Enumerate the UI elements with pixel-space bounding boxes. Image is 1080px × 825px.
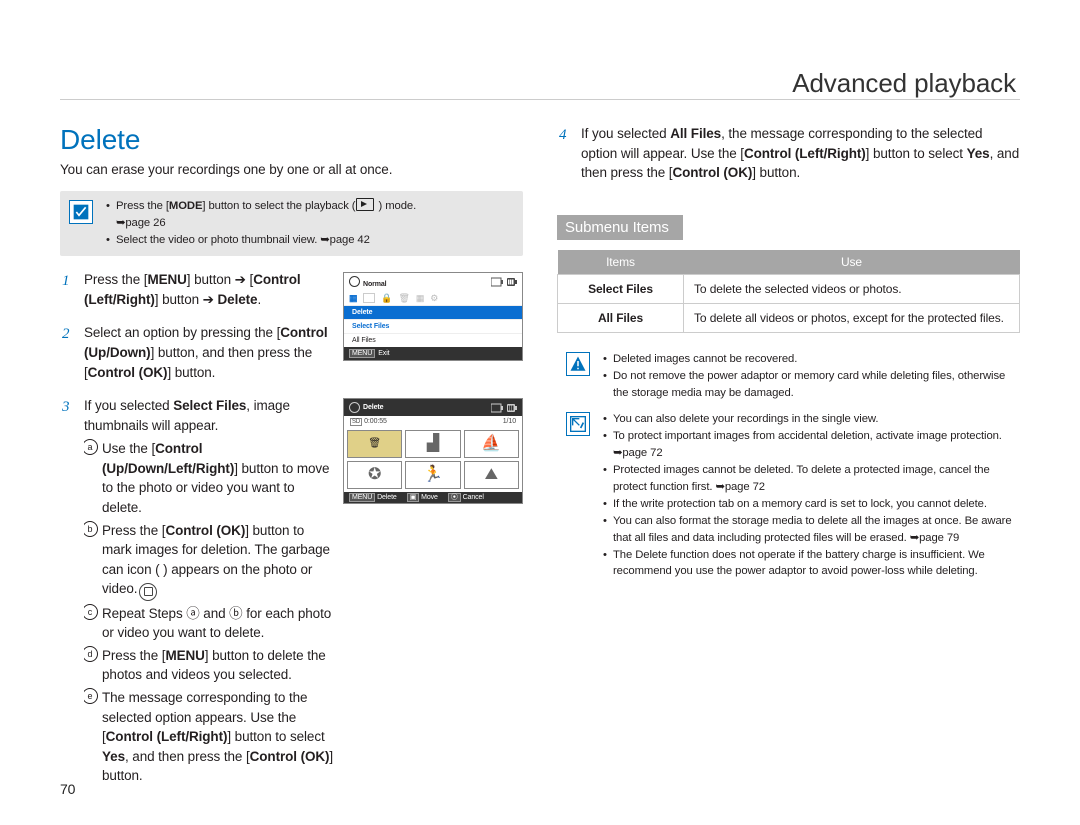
info-6: The Delete function does not operate if … xyxy=(603,547,1020,580)
warning-1: Deleted images cannot be recovered. xyxy=(603,351,1020,367)
playback-mode-icon xyxy=(356,198,374,211)
step-2: Select an option by pressing the [Contro… xyxy=(60,323,523,382)
substep-a: Use the [Control (Up/Down/Left/Right)] b… xyxy=(84,439,335,517)
substep-b: Press the [Control (OK)] button to mark … xyxy=(84,521,335,601)
submenu-table: Items Use Select Files To delete the sel… xyxy=(557,250,1020,333)
table-row: All Files To delete all videos or photos… xyxy=(558,303,1020,332)
substep-e: The message corresponding to the selecte… xyxy=(84,688,335,786)
info-box: You can also delete your recordings in t… xyxy=(557,411,1020,580)
info-4: If the write protection tab on a memory … xyxy=(603,496,1020,512)
battery-icon xyxy=(491,277,517,287)
column-right: If you selected All Files, the message c… xyxy=(557,124,1020,803)
manual-page: Advanced playback Delete You can erase y… xyxy=(0,0,1080,825)
table-header-items: Items xyxy=(558,250,684,275)
warning-icon xyxy=(566,352,590,376)
warning-box: Deleted images cannot be recovered. Do n… xyxy=(557,351,1020,401)
submenu-heading: Submenu Items xyxy=(557,215,683,240)
substep-c: Repeat Steps ⓐ and ⓑ for each photo or v… xyxy=(84,604,335,643)
info-5: You can also format the storage media to… xyxy=(603,513,1020,546)
check-icon xyxy=(69,200,93,224)
warning-2: Do not remove the power adaptor or memor… xyxy=(603,368,1020,401)
lcd-figure-thumbnails: Delete SD0:00:551/10 🗑 ▟ ⛵ ✪ 🏃 ⛰ xyxy=(343,398,523,504)
info-1: You can also delete your recordings in t… xyxy=(603,411,1020,427)
section-intro: You can erase your recordings one by one… xyxy=(60,162,523,177)
instruction-steps-cont: If you selected All Files, the message c… xyxy=(557,124,1020,183)
page-header: Advanced playback xyxy=(60,68,1020,100)
step-1: Normal ▦ 🔒🗑▦⚙ Delete Select Files All Fi… xyxy=(60,270,523,309)
mode-note-2: Select the video or photo thumbnail view… xyxy=(106,232,513,248)
page-number: 70 xyxy=(60,781,75,797)
step-3: Delete SD0:00:551/10 🗑 ▟ ⛵ ✪ 🏃 ⛰ xyxy=(60,396,523,789)
two-column-layout: Delete You can erase your recordings one… xyxy=(60,124,1020,803)
lcd-menu-delete: Delete xyxy=(344,305,522,319)
table-header-use: Use xyxy=(684,250,1020,275)
column-left: Delete You can erase your recordings one… xyxy=(60,124,523,803)
note-icon xyxy=(566,412,590,436)
header-title: Advanced playback xyxy=(60,68,1020,99)
mode-note-box: Press the [MODE] button to select the pl… xyxy=(60,191,523,256)
info-2: To protect important images from acciden… xyxy=(603,428,1020,461)
substep-d: Press the [MENU] button to delete the ph… xyxy=(84,646,335,685)
section-heading: Delete xyxy=(60,124,523,156)
trash-icon xyxy=(139,583,157,601)
table-row: Select Files To delete the selected vide… xyxy=(558,274,1020,303)
info-3: Protected images cannot be deleted. To d… xyxy=(603,462,1020,495)
battery-icon xyxy=(491,403,517,413)
instruction-steps: Normal ▦ 🔒🗑▦⚙ Delete Select Files All Fi… xyxy=(60,270,523,788)
step-4: If you selected All Files, the message c… xyxy=(557,124,1020,183)
mode-note-1: Press the [MODE] button to select the pl… xyxy=(106,198,513,231)
